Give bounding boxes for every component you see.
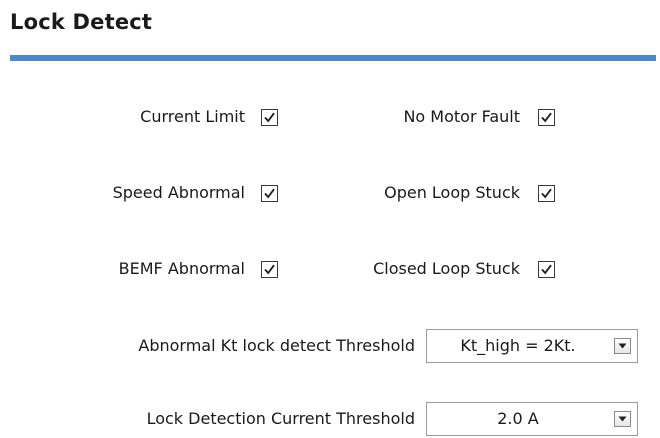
- chevron-down-icon: [618, 416, 627, 422]
- chevron-down-icon: [618, 343, 627, 349]
- current-threshold-select[interactable]: 2.0 A: [426, 402, 638, 436]
- speed-abnormal-checkbox[interactable]: [261, 185, 278, 202]
- speed-abnormal-label: Speed Abnormal: [112, 183, 245, 202]
- no-motor-fault-checkbox[interactable]: [538, 109, 555, 126]
- title-divider: [10, 55, 656, 61]
- current-threshold-label: Lock Detection Current Threshold: [146, 409, 415, 428]
- closed-loop-stuck-label: Closed Loop Stuck: [373, 259, 520, 278]
- bemf-abnormal-label: BEMF Abnormal: [118, 259, 245, 278]
- current-limit-label: Current Limit: [140, 107, 245, 126]
- panel-title: Lock Detect: [10, 10, 153, 34]
- kt-threshold-select[interactable]: Kt_high = 2Kt.: [426, 329, 638, 363]
- check-icon: [541, 188, 552, 199]
- check-icon: [541, 112, 552, 123]
- check-icon: [264, 112, 275, 123]
- closed-loop-stuck-checkbox[interactable]: [538, 261, 555, 278]
- no-motor-fault-label: No Motor Fault: [403, 107, 520, 126]
- current-limit-checkbox[interactable]: [261, 109, 278, 126]
- open-loop-stuck-label: Open Loop Stuck: [384, 183, 520, 202]
- kt-threshold-dropdown-button[interactable]: [614, 338, 631, 354]
- open-loop-stuck-checkbox[interactable]: [538, 185, 555, 202]
- current-threshold-value: 2.0 A: [497, 409, 539, 428]
- check-icon: [541, 264, 552, 275]
- check-icon: [264, 188, 275, 199]
- kt-threshold-label: Abnormal Kt lock detect Threshold: [138, 336, 415, 355]
- check-icon: [264, 264, 275, 275]
- bemf-abnormal-checkbox[interactable]: [261, 261, 278, 278]
- kt-threshold-value: Kt_high = 2Kt.: [460, 336, 576, 355]
- current-threshold-dropdown-button[interactable]: [614, 411, 631, 427]
